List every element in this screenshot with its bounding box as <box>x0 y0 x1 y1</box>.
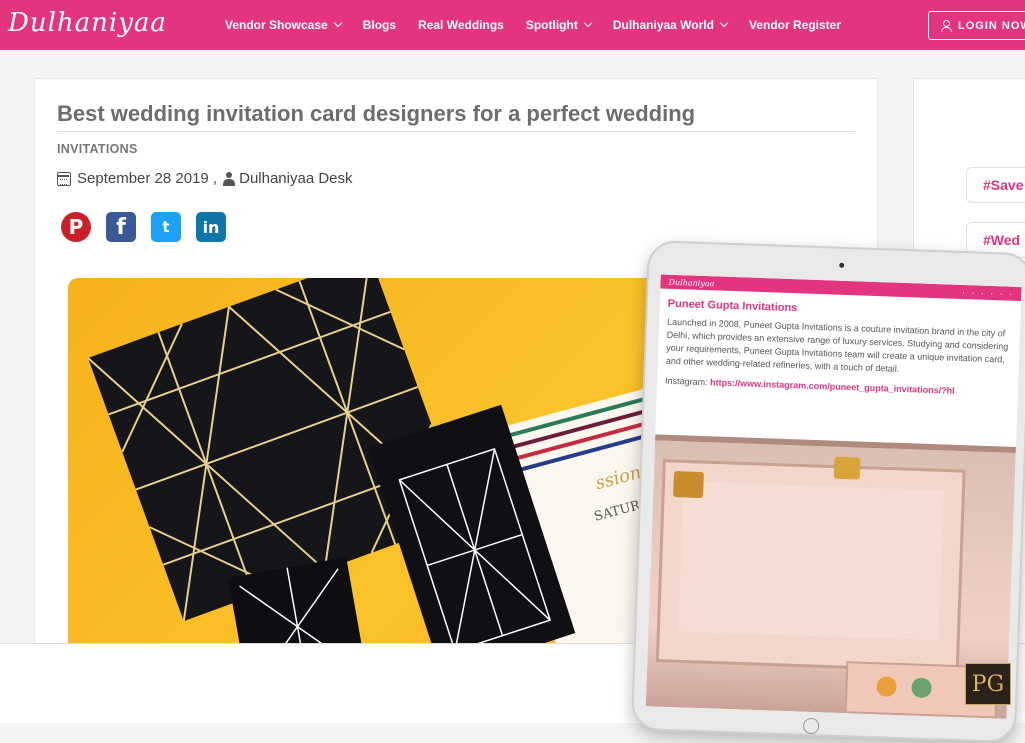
pg-monogram-logo: PG <box>965 663 1011 705</box>
top-navbar: Dulhaniyaa Vendor Showcase Blogs Real We… <box>0 0 1025 50</box>
calendar-icon <box>57 171 71 186</box>
nav-vendor-showcase[interactable]: Vendor Showcase <box>225 18 342 32</box>
nav-label: Real Weddings <box>418 18 504 32</box>
article-title: Best wedding invitation card designers f… <box>57 101 855 132</box>
nav-dulhaniyaa-world[interactable]: Dulhaniyaa World <box>612 18 729 32</box>
tablet-navbar: Dulhaniyaa ▪ ▪ ▪ ▪ ▪ ▪ <box>660 274 1022 302</box>
nav-label: Spotlight <box>525 18 578 32</box>
nav-blogs[interactable]: Blogs <box>363 18 396 32</box>
facebook-share-button[interactable]: f <box>106 212 136 242</box>
twitter-share-button[interactable]: t <box>151 212 181 242</box>
main-nav: Vendor Showcase Blogs Real Weddings Spot… <box>225 0 863 50</box>
instagram-link[interactable]: https://www.instagram.com/puneet_gupta_i… <box>710 377 955 396</box>
tablet-screen: Dulhaniyaa ▪ ▪ ▪ ▪ ▪ ▪ Puneet Gupta Invitatio… <box>645 274 1022 719</box>
tablet-nav-items: ▪ ▪ ▪ ▪ ▪ ▪ <box>962 289 1012 297</box>
pinterest-share-button[interactable]: P <box>61 212 91 242</box>
chevron-down-icon <box>583 18 593 28</box>
box-illustration <box>655 456 999 719</box>
login-label: LOGIN NOW <box>958 19 1025 32</box>
user-icon <box>223 171 236 186</box>
tablet-body: Launched in 2008, Puneet Gupta Invitatio… <box>665 316 1009 374</box>
invitation-box-photo <box>645 434 1017 719</box>
tag-chip[interactable]: #Save <box>966 167 1025 203</box>
camera-icon <box>839 262 845 268</box>
nav-label: Vendor Register <box>748 18 841 32</box>
login-button[interactable]: LOGIN NOW <box>928 11 1025 40</box>
nav-spotlight[interactable]: Spotlight <box>525 18 593 32</box>
nav-label: Vendor Showcase <box>225 18 328 32</box>
user-icon <box>941 20 952 32</box>
nav-real-weddings[interactable]: Real Weddings <box>418 18 504 32</box>
article-author: Dulhaniyaa Desk <box>239 170 353 187</box>
linkedin-share-button[interactable]: in <box>196 212 226 242</box>
article-date: September 28 2019 , <box>77 170 218 187</box>
tablet-logo: Dulhaniyaa <box>668 277 715 288</box>
chevron-down-icon <box>719 18 729 28</box>
nav-label: Dulhaniyaa World <box>612 18 714 32</box>
article-category[interactable]: INVITATIONS <box>57 142 138 156</box>
home-button <box>802 717 820 735</box>
site-logo[interactable]: Dulhaniyaa <box>8 8 167 38</box>
tablet-instagram: Instagram: https://www.instagram.com/pun… <box>665 376 1018 398</box>
nav-label: Blogs <box>362 18 397 32</box>
share-buttons: P f t in <box>61 212 226 242</box>
nav-vendor-register[interactable]: Vendor Register <box>749 18 841 32</box>
article-meta: September 28 2019 , Dulhaniyaa Desk <box>57 170 353 187</box>
chevron-down-icon <box>333 18 342 28</box>
instagram-label: Instagram: <box>664 375 708 388</box>
